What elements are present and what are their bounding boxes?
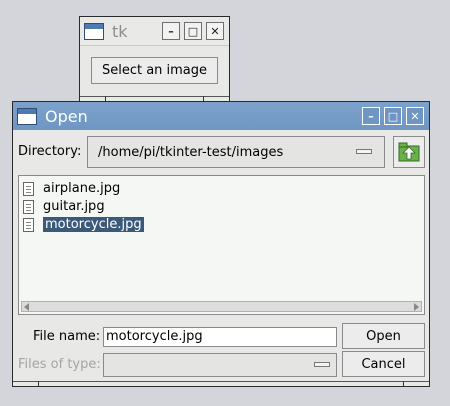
dropdown-arrow-icon — [356, 149, 372, 154]
dialog-title: Open — [45, 106, 88, 126]
file-name-input[interactable]: motorcycle.jpg — [103, 327, 337, 347]
dialog-close-button[interactable]: ✕ — [406, 107, 424, 125]
file-name: motorcycle.jpg — [43, 217, 144, 232]
list-item[interactable]: airplane.jpg — [23, 180, 120, 197]
scroll-left-icon[interactable] — [24, 303, 29, 311]
dialog-minimize-button[interactable]: – — [362, 107, 380, 125]
tk-titlebar[interactable]: tk – □ ✕ — [80, 17, 229, 46]
file-icon — [23, 199, 34, 214]
files-of-type-label: Files of type: — [18, 357, 101, 372]
app-window-icon — [84, 22, 104, 40]
minimize-button[interactable]: – — [162, 22, 180, 40]
open-dialog-titlebar[interactable]: Open – □ ✕ — [13, 102, 429, 130]
list-item[interactable]: guitar.jpg — [23, 198, 105, 215]
list-item-selected[interactable]: motorcycle.jpg — [23, 216, 144, 233]
open-dialog: Open – □ ✕ Directory: /home/pi/tkinter-t… — [12, 101, 430, 387]
file-icon — [23, 217, 34, 232]
parent-directory-button[interactable] — [393, 136, 425, 168]
directory-label: Directory: — [18, 144, 82, 159]
dialog-window-icon — [17, 107, 37, 125]
dialog-border — [13, 381, 429, 386]
select-image-button[interactable]: Select an image — [91, 57, 218, 84]
file-list[interactable]: airplane.jpg guitar.jpg motorcycle.jpg — [18, 175, 425, 315]
folder-up-icon — [398, 142, 420, 162]
file-name-label: File name: — [33, 329, 101, 344]
maximize-button[interactable]: □ — [184, 22, 202, 40]
tk-window-title: tk — [112, 21, 128, 41]
files-of-type-combobox[interactable] — [103, 353, 337, 377]
horizontal-scrollbar[interactable] — [21, 301, 422, 312]
directory-combobox[interactable]: /home/pi/tkinter-test/images — [87, 136, 385, 168]
dropdown-arrow-icon — [314, 362, 330, 367]
file-icon — [23, 181, 34, 196]
directory-value: /home/pi/tkinter-test/images — [98, 144, 284, 160]
close-button[interactable]: ✕ — [206, 22, 224, 40]
open-button[interactable]: Open — [342, 323, 425, 349]
file-name: guitar.jpg — [43, 199, 105, 214]
file-name: airplane.jpg — [43, 181, 121, 196]
scroll-right-icon[interactable] — [414, 303, 419, 311]
file-name-input-value: motorcycle.jpg — [106, 329, 203, 344]
dialog-maximize-button[interactable]: □ — [384, 107, 402, 125]
tk-window: tk – □ ✕ Select an image — [79, 16, 230, 102]
cancel-button[interactable]: Cancel — [342, 351, 425, 377]
